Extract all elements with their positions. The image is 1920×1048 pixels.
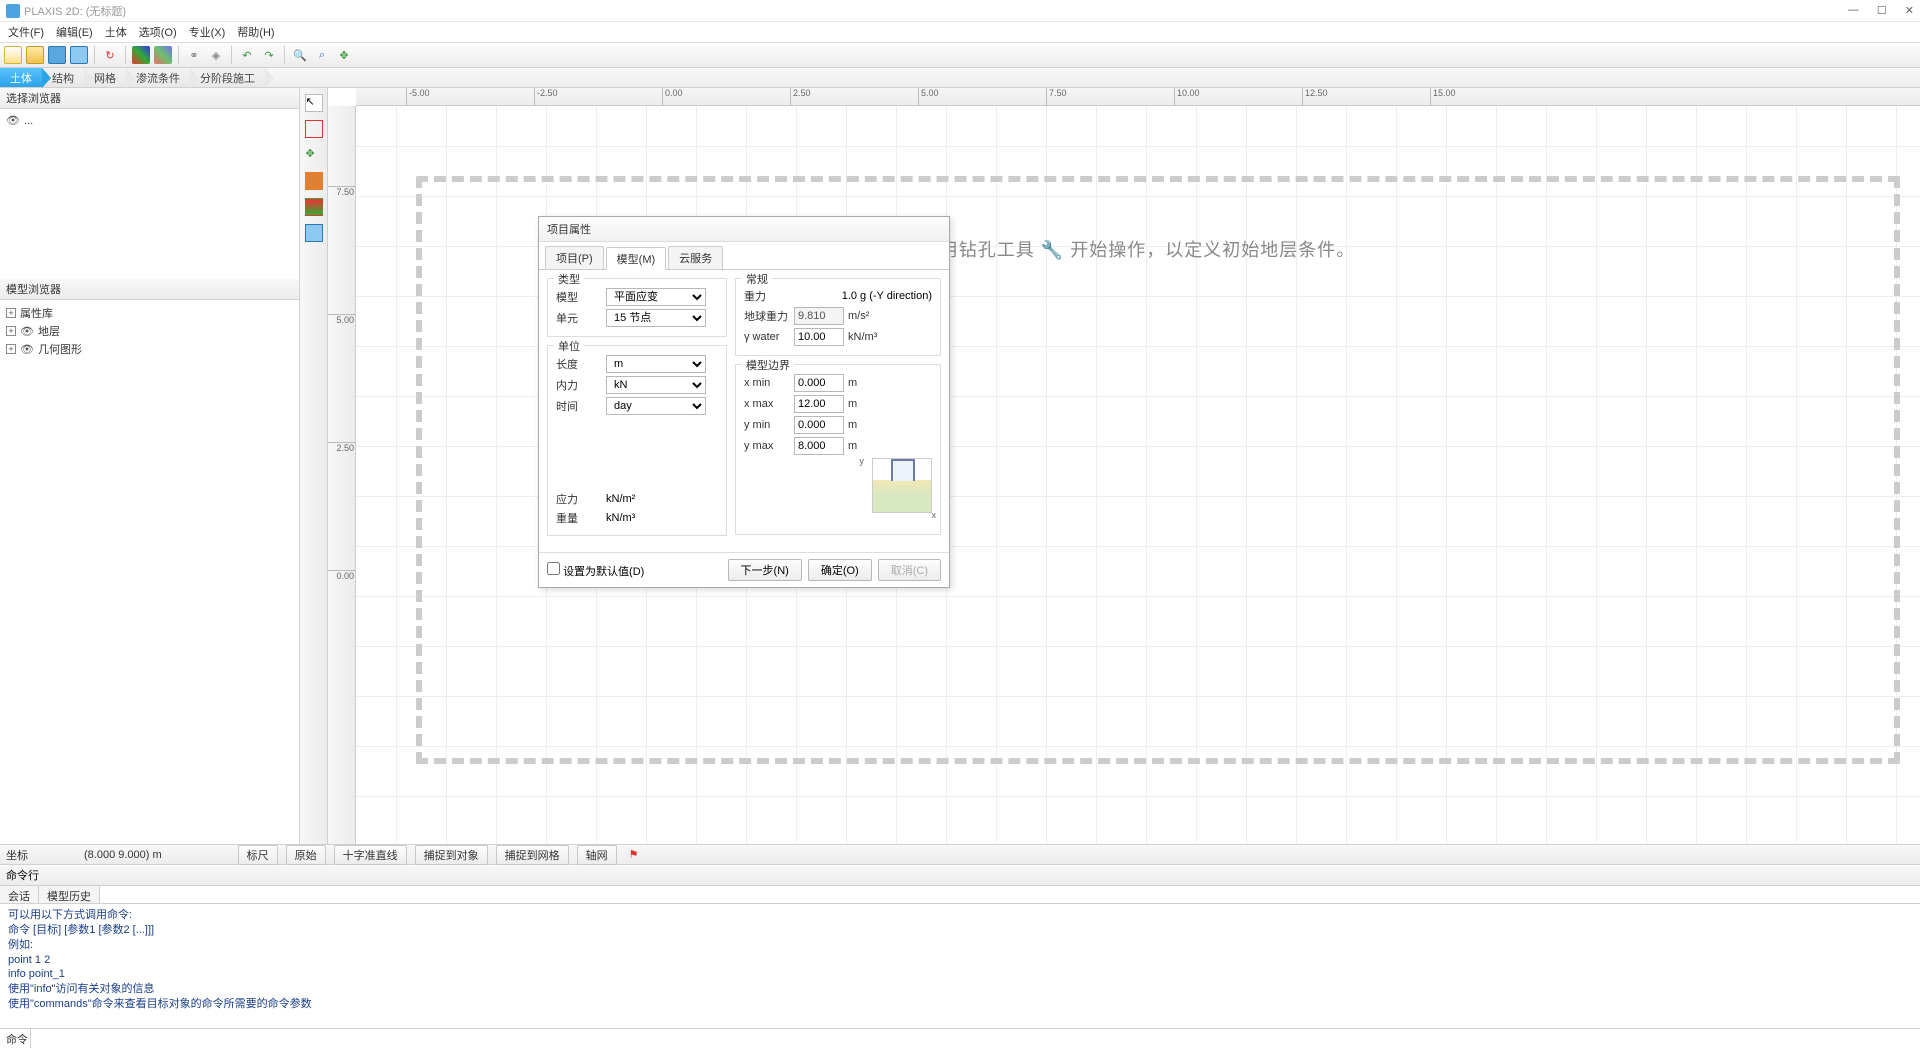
new-icon[interactable] [4, 46, 22, 64]
btn-original[interactable]: 原始 [286, 845, 326, 865]
dlg-tab-cloud[interactable]: 云服务 [668, 246, 723, 269]
minimize-button[interactable]: — [1848, 4, 1859, 17]
select-icon[interactable]: ↖ [305, 94, 323, 112]
dlg-tab-model[interactable]: 模型(M) [606, 247, 667, 270]
visibility-icon[interactable]: 👁 [6, 114, 20, 127]
command-panel-title: 命令行 [0, 865, 1920, 886]
zoom-fit-icon[interactable]: ⌕ [313, 46, 331, 64]
set-default-checkbox[interactable]: 设置为默认值(D) [547, 562, 644, 579]
menu-file[interactable]: 文件(F) [8, 24, 44, 40]
refresh-icon[interactable]: ↻ [101, 46, 119, 64]
btn-grid[interactable]: 轴网 [577, 845, 617, 865]
project-properties-dialog: 项目属性 项目(P) 模型(M) 云服务 类型 模型平面应变 单元15 节点 单… [538, 216, 950, 588]
selection-item[interactable]: 👁 ... [6, 113, 293, 128]
ymin-input[interactable] [794, 416, 844, 434]
btn-snap-grid[interactable]: 捕捉到网格 [496, 845, 569, 865]
link-icon[interactable]: ⚭ [185, 46, 203, 64]
materials2-icon[interactable] [154, 46, 172, 64]
tree-item-stratigraphy[interactable]: +👁地层 [6, 322, 293, 340]
time-select[interactable]: day [606, 397, 706, 415]
dialog-title: 项目属性 [539, 217, 949, 242]
save-as-icon[interactable] [70, 46, 88, 64]
length-select[interactable]: m [606, 355, 706, 373]
tree-item-geometry[interactable]: +👁几何图形 [6, 340, 293, 358]
redo-icon[interactable]: ↷ [260, 46, 278, 64]
maximize-button[interactable]: ☐ [1877, 4, 1887, 17]
menu-edit[interactable]: 编辑(E) [56, 24, 93, 40]
menu-soil[interactable]: 土体 [105, 24, 127, 40]
command-output: 可以用以下方式调用命令: 命令 [目标] [参数1 [参数2 [...]]] 例… [0, 904, 1920, 1028]
mode-tabs: 土体 结构 网格 渗流条件 分阶段施工 [0, 68, 1920, 88]
ruler-vertical: 7.50 5.00 2.50 0.00 [328, 106, 356, 844]
menu-options[interactable]: 选项(O) [139, 24, 177, 40]
undo-icon[interactable]: ↶ [238, 46, 256, 64]
model-select[interactable]: 平面应变 [606, 288, 706, 306]
xmin-input[interactable] [794, 374, 844, 392]
materials-icon[interactable] [132, 46, 150, 64]
close-button[interactable]: ✕ [1905, 4, 1914, 17]
tag-icon[interactable]: ◈ [207, 46, 225, 64]
borehole-icon[interactable] [305, 172, 323, 190]
ok-button[interactable]: 确定(O) [808, 559, 872, 581]
btn-crosshair[interactable]: 十字准直线 [334, 845, 407, 865]
flag-icon[interactable]: ⚑ [629, 848, 639, 861]
btn-ruler[interactable]: 标尺 [238, 845, 278, 865]
table-icon[interactable] [305, 224, 323, 242]
command-input-label: 命令 [0, 1031, 30, 1047]
ymax-input[interactable] [794, 437, 844, 455]
dlg-tab-project[interactable]: 项目(P) [545, 246, 604, 269]
layer-icon[interactable] [305, 198, 323, 216]
app-icon [6, 4, 20, 18]
element-select[interactable]: 15 节点 [606, 309, 706, 327]
next-button[interactable]: 下一步(N) [728, 559, 802, 581]
statusbar: 坐标 (8.000 9.000) m 标尺 原始 十字准直线 捕捉到对象 捕捉到… [0, 844, 1920, 864]
cmd-tab-session[interactable]: 会话 [0, 886, 39, 903]
selection-explorer-title: 选择浏览器 [0, 88, 299, 109]
earth-gravity-input [794, 307, 844, 325]
boundary-preview [872, 458, 932, 513]
menubar: 文件(F) 编辑(E) 土体 选项(O) 专业(X) 帮助(H) [0, 22, 1920, 42]
tab-flow[interactable]: 渗流条件 [126, 68, 190, 87]
pan-icon[interactable]: ✥ [335, 46, 353, 64]
command-input[interactable] [30, 1029, 1920, 1048]
menu-expert[interactable]: 专业(X) [189, 24, 226, 40]
tree-item-attributes[interactable]: +属性库 [6, 304, 293, 322]
force-select[interactable]: kN [606, 376, 706, 394]
move-icon[interactable]: ✥ [305, 146, 323, 164]
coord-value: (8.000 9.000) m [84, 849, 162, 861]
menu-help[interactable]: 帮助(H) [237, 24, 274, 40]
model-explorer-title: 模型浏览器 [0, 279, 299, 300]
tab-soil[interactable]: 土体 [0, 68, 42, 87]
titlebar: PLAXIS 2D: (无标题) — ☐ ✕ [0, 0, 1920, 22]
ruler-horizontal: -5.00 -2.50 0.00 2.50 5.00 7.50 10.00 12… [356, 88, 1920, 106]
drawing-toolbar: ↖ ✥ [300, 88, 328, 844]
main-toolbar: ↻ ⚭ ◈ ↶ ↷ 🔍 ⌕ ✥ [0, 42, 1920, 68]
xmax-input[interactable] [794, 395, 844, 413]
btn-snap-obj[interactable]: 捕捉到对象 [415, 845, 488, 865]
cmd-tab-history[interactable]: 模型历史 [39, 886, 100, 903]
zoom-in-icon[interactable]: 🔍 [291, 46, 309, 64]
gamma-water-input[interactable] [794, 328, 844, 346]
coord-label: 坐标 [6, 847, 28, 863]
cancel-button[interactable]: 取消(C) [878, 559, 941, 581]
save-icon[interactable] [48, 46, 66, 64]
rect-select-icon[interactable] [305, 120, 323, 138]
tab-staged[interactable]: 分阶段施工 [190, 68, 265, 87]
open-icon[interactable] [26, 46, 44, 64]
window-title: PLAXIS 2D: (无标题) [24, 3, 126, 19]
